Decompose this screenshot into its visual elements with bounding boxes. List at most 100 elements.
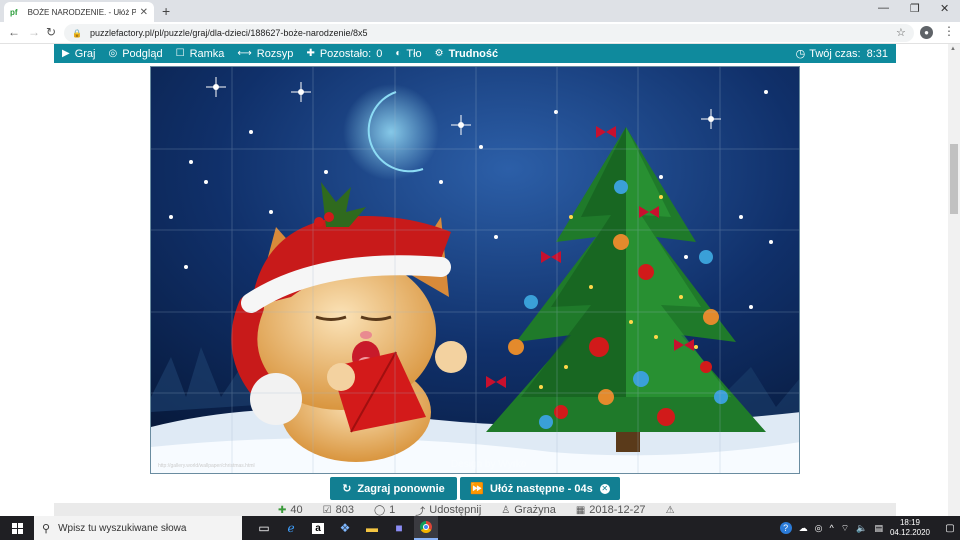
maximize-icon[interactable]: ❐ <box>910 2 920 15</box>
replay-button[interactable]: ↻ Zagraj ponownie <box>330 477 457 500</box>
next-puzzle-button[interactable]: ⏩ Ułóż następne - 04s ✕ <box>460 477 620 500</box>
puzzle-stats: ✚ 40 ☑ 803 ◯ 1 ⤴ Udostępnij ♙ Grażyna ▦ … <box>54 503 896 518</box>
timer-label: Twój czas: <box>809 47 861 60</box>
lock-icon: 🔒 <box>72 28 82 38</box>
background-button[interactable]: ◐ Tło <box>395 48 421 60</box>
play-count: ☑ 803 <box>323 504 354 516</box>
site-favicon-icon: pf <box>10 7 18 17</box>
scroll-up-icon[interactable]: ▲ <box>950 46 956 52</box>
forward-icon[interactable]: → <box>28 25 40 39</box>
scatter-label: Rozsyp <box>256 47 294 60</box>
close-window-icon[interactable]: ✕ <box>940 2 949 15</box>
page-scrollbar[interactable]: ▲ <box>948 44 960 516</box>
onedrive-icon[interactable]: ☁ <box>799 523 808 534</box>
comment-count[interactable]: ◯ 1 <box>374 504 395 516</box>
author-link[interactable]: ♙ Grażyna <box>501 504 556 516</box>
arrows-horizontal-icon: ⟷ <box>237 48 252 59</box>
difficulty-button[interactable]: ⚙ Trudność <box>435 48 498 60</box>
report-button[interactable]: ⚠ <box>666 505 679 516</box>
help-icon[interactable]: ? <box>779 522 792 534</box>
background-label: Tło <box>406 47 422 60</box>
show-hidden-icons[interactable]: ^ <box>830 523 834 533</box>
account-avatar-icon[interactable]: ● <box>920 26 933 39</box>
next-label: Ułóż następne - 04s <box>490 482 593 495</box>
difficulty-label: Trudność <box>448 47 499 60</box>
minimize-icon[interactable]: — <box>878 2 889 14</box>
back-icon[interactable]: ← <box>8 25 20 39</box>
puzzle-toolbar: ▶ Graj ◎ Podgląd ☐ Ramka ⟷ Rozsyp ✚ Pozo… <box>54 44 896 63</box>
chrome-icon[interactable] <box>414 516 438 540</box>
warning-icon: ⚠ <box>665 504 675 516</box>
remaining-counter: ✚ Pozostało: 0 <box>306 48 382 60</box>
palette-icon: ◐ <box>395 48 402 59</box>
cancel-countdown-icon[interactable]: ✕ <box>599 483 610 494</box>
scrollbar-thumb[interactable] <box>950 144 958 214</box>
play-button[interactable]: ▶ Graj <box>62 48 95 60</box>
calendar-icon: ▦ <box>575 504 586 516</box>
piece-count-value: 40 <box>290 504 303 516</box>
scatter-button[interactable]: ⟷ Rozsyp <box>237 48 293 60</box>
comment-icon: ◯ <box>373 504 386 516</box>
image-credit: http://gallery.world/wallpaper/christmas… <box>158 463 255 469</box>
start-button[interactable] <box>0 516 34 540</box>
browser-tabstrip: pf BOŻE NARODZENIE. - Ułóż Puzzle ✕ + — … <box>0 0 960 22</box>
upload-date: ▦ 2018-12-27 <box>576 504 646 516</box>
frame-label: Ramka <box>189 47 225 60</box>
url-field[interactable]: 🔒 puzzlefactory.pl/pl/puzzle/graj/dla-dz… <box>64 24 914 42</box>
remaining-label: Pozostało: <box>319 47 372 60</box>
amazon-icon[interactable]: a <box>306 516 330 540</box>
eye-slash-icon: ◎ <box>108 48 118 59</box>
browser-tab[interactable]: pf BOŻE NARODZENIE. - Ułóż Puzzle ✕ <box>4 2 154 22</box>
square-icon: ☐ <box>175 48 185 59</box>
remaining-value: 0 <box>376 47 383 60</box>
url-text: puzzlefactory.pl/pl/puzzle/graj/dla-dzie… <box>89 28 368 38</box>
reload-icon[interactable]: ↻ <box>46 25 56 39</box>
windows-logo-icon <box>11 522 23 534</box>
puzzle-board[interactable]: Design by Wyrko <box>150 66 800 474</box>
search-icon: ⚲ <box>42 522 51 535</box>
edge-icon[interactable]: ℯ <box>279 516 303 540</box>
replay-icon: ↻ <box>342 483 352 495</box>
tab-title: BOŻE NARODZENIE. - Ułóż Puzzle <box>27 7 136 17</box>
play-icon: ▶ <box>62 48 70 59</box>
frame-button[interactable]: ☐ Ramka <box>176 48 225 60</box>
notifications-icon[interactable]: ▢ <box>940 523 960 534</box>
piece-count: ✚ 40 <box>278 504 303 516</box>
search-placeholder: Wpisz tu wyszukiwane słowa <box>58 522 187 534</box>
puzzle-picture: Design by Wyrko <box>151 67 799 473</box>
keyboard-icon[interactable]: ▤ <box>874 523 883 534</box>
play-label: Graj <box>74 47 96 60</box>
file-explorer-icon[interactable]: ▬ <box>360 516 384 540</box>
volume-icon[interactable]: 🔈 <box>856 523 867 534</box>
taskbar-search[interactable]: ⚲ Wpisz tu wyszukiwane słowa <box>34 516 242 540</box>
replay-label: Zagraj ponownie <box>357 482 445 495</box>
watermark-text: Design by Wyrko <box>451 459 527 470</box>
comment-count-value: 1 <box>389 504 396 516</box>
location-icon[interactable]: ◎ <box>815 523 823 534</box>
bookmark-star-icon[interactable]: ☆ <box>896 26 906 39</box>
teams-icon[interactable]: ■ <box>387 516 411 540</box>
share-label: Udostępnij <box>429 504 482 516</box>
taskbar: ⚲ Wpisz tu wyszukiwane słowa ▭ ℯ a ❖ ▬ ■… <box>0 516 960 540</box>
checkbox-icon: ☑ <box>322 504 332 516</box>
address-bar: ← → ↻ 🔒 puzzlefactory.pl/pl/puzzle/graj/… <box>0 22 960 44</box>
cogs-icon: ⚙ <box>434 48 444 59</box>
preview-button[interactable]: ◎ Podgląd <box>108 48 162 60</box>
close-tab-icon[interactable]: ✕ <box>140 7 148 18</box>
user-icon: ♙ <box>501 504 511 516</box>
browser-menu-icon[interactable]: ⋮ <box>943 24 955 38</box>
new-tab-icon[interactable]: + <box>162 3 170 19</box>
author-name: Grażyna <box>514 504 556 516</box>
timer-value: 8:31 <box>866 47 888 60</box>
puzzle-piece-icon: ✚ <box>278 504 287 516</box>
network-icon[interactable]: ⌔ <box>841 523 849 534</box>
taskbar-clock[interactable]: 18:19 04.12.2020 <box>890 518 930 538</box>
clock-date: 04.12.2020 <box>889 528 930 537</box>
dropbox-icon[interactable]: ❖ <box>333 516 357 540</box>
clock-time: 18:19 <box>899 518 920 527</box>
upload-date-value: 2018-12-27 <box>589 504 646 516</box>
play-count-value: 803 <box>335 504 354 516</box>
clock-icon: ◷ <box>795 48 806 60</box>
task-view-icon[interactable]: ▭ <box>252 516 276 540</box>
preview-label: Podgląd <box>122 47 163 60</box>
